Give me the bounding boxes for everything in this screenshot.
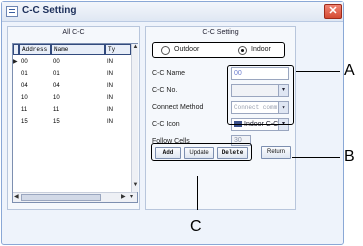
grid-header: Address Name Ty xyxy=(13,44,131,55)
update-button[interactable]: Update xyxy=(184,147,214,159)
window-icon xyxy=(6,6,18,17)
outdoor-radio[interactable] xyxy=(161,46,170,55)
cc-setting-window: C-C Setting ✕ All C-C Address Name Ty ▶ … xyxy=(1,1,344,245)
indoor-radio[interactable] xyxy=(238,46,247,55)
return-button[interactable]: Return xyxy=(261,146,291,159)
cell-type: IN xyxy=(107,95,113,101)
title-bar: C-C Setting ✕ xyxy=(2,2,343,22)
table-row[interactable]: ▶ 00 00 IN xyxy=(13,57,131,68)
horizontal-scrollbar[interactable]: ◀ ▶ ▾ xyxy=(13,192,137,202)
cell-address: 15 xyxy=(21,119,28,125)
column-header-type[interactable]: Ty xyxy=(105,44,131,55)
scroll-down-icon[interactable]: ▼ xyxy=(132,182,139,188)
cell-type: IN xyxy=(107,119,113,125)
table-row[interactable]: 01 01 IN xyxy=(13,69,131,80)
callout-c-line xyxy=(197,176,198,210)
cc-name-label: C-C Name xyxy=(152,70,186,77)
cell-name: 11 xyxy=(53,107,60,113)
cell-name: 00 xyxy=(53,59,60,65)
scroll-dropdown-icon[interactable]: ▾ xyxy=(130,193,133,202)
window-title: C-C Setting xyxy=(22,5,77,16)
table-row[interactable]: 10 10 IN xyxy=(13,93,131,104)
indoor-label: Indoor xyxy=(251,46,271,53)
action-buttons-group: Add Update Delete xyxy=(151,143,252,161)
scroll-right-icon[interactable]: ▶ xyxy=(121,193,126,202)
table-row[interactable]: 04 04 IN xyxy=(13,81,131,92)
cell-address: 00 xyxy=(21,59,28,65)
table-row[interactable]: 11 11 IN xyxy=(13,105,131,116)
all-cc-title: All C-C xyxy=(62,29,85,36)
cell-name: 10 xyxy=(53,95,60,101)
cell-address: 01 xyxy=(21,71,28,77)
outdoor-label: Outdoor xyxy=(174,46,200,53)
cell-address: 04 xyxy=(21,83,28,89)
callout-b-line xyxy=(292,157,340,158)
callout-a: A xyxy=(344,62,355,79)
cc-setting-title: C-C Setting xyxy=(202,29,239,36)
cc-list-grid[interactable]: Address Name Ty ▶ 00 00 IN 01 01 IN 04 0… xyxy=(12,43,138,203)
column-header-address[interactable]: Address xyxy=(19,44,51,55)
cell-name: 15 xyxy=(53,119,60,125)
cell-type: IN xyxy=(107,59,113,65)
cell-address: 10 xyxy=(21,95,28,101)
callout-c: C xyxy=(190,218,202,235)
cc-icon-label: C-C Icon xyxy=(152,121,180,128)
all-cc-panel: All C-C Address Name Ty ▶ 00 00 IN 01 01… xyxy=(7,26,140,210)
cc-setting-panel: C-C Setting Outdoor Indoor C-C Name 00 C… xyxy=(145,26,296,210)
cell-name: 04 xyxy=(53,83,60,89)
callout-b-frame xyxy=(227,65,294,125)
add-button[interactable]: Add xyxy=(155,147,181,159)
delete-button[interactable]: Delete xyxy=(217,147,248,159)
scroll-thumb[interactable] xyxy=(21,194,101,201)
connect-method-label: Connect Method xyxy=(152,104,204,111)
scroll-left-icon[interactable]: ◀ xyxy=(14,193,19,202)
column-header-name[interactable]: Name xyxy=(51,44,105,55)
cell-type: IN xyxy=(107,107,113,113)
cell-type: IN xyxy=(107,71,113,77)
cc-no-label: C-C No. xyxy=(152,87,178,94)
close-button[interactable]: ✕ xyxy=(324,4,342,19)
cell-address: 11 xyxy=(21,107,28,113)
cell-name: 01 xyxy=(53,71,60,77)
vertical-scrollbar[interactable]: ▲ ▼ xyxy=(131,44,138,192)
callout-a-line xyxy=(296,71,340,72)
scroll-up-icon[interactable]: ▲ xyxy=(132,44,139,50)
table-row[interactable]: 15 15 IN xyxy=(13,117,131,128)
callout-b: B xyxy=(344,148,355,165)
cell-type: IN xyxy=(107,83,113,89)
location-radio-group: Outdoor Indoor xyxy=(152,42,285,58)
close-icon: ✕ xyxy=(328,5,338,17)
